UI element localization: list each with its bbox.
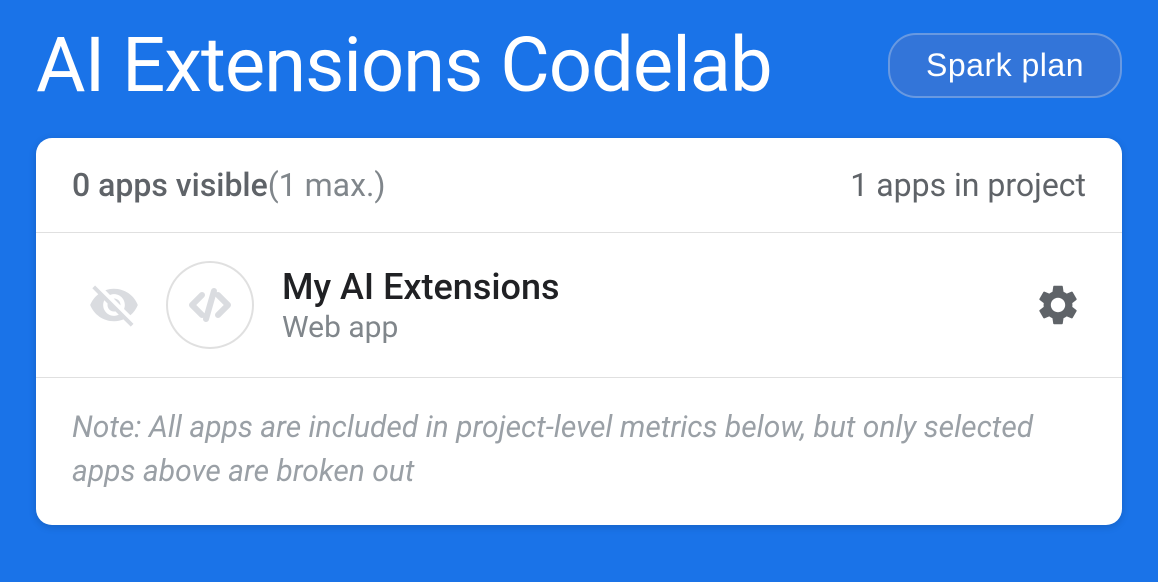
- project-title: AI Extensions Codelab: [36, 20, 772, 110]
- page-header: AI Extensions Codelab Spark plan: [0, 0, 1158, 138]
- apps-card: 0 apps visible(1 max.) 1 apps in project…: [36, 138, 1122, 525]
- metrics-note: Note: All apps are included in project-l…: [36, 378, 1122, 525]
- plan-badge-button[interactable]: Spark plan: [888, 33, 1122, 98]
- apps-visible-label: 0 apps visible(1 max.): [72, 166, 386, 204]
- apps-visible-max: (1 max.): [268, 166, 386, 204]
- app-type: Web app: [282, 310, 1030, 345]
- app-row: My AI Extensions Web app: [36, 233, 1122, 378]
- app-info: My AI Extensions Web app: [282, 266, 1030, 345]
- app-name: My AI Extensions: [282, 266, 1030, 308]
- web-platform-icon: [166, 261, 254, 349]
- apps-visible-count: 0 apps visible: [72, 166, 268, 204]
- apps-in-project-label: 1 apps in project: [850, 166, 1086, 204]
- visibility-off-icon[interactable]: [86, 277, 142, 333]
- gear-icon[interactable]: [1030, 277, 1086, 333]
- card-header: 0 apps visible(1 max.) 1 apps in project: [36, 138, 1122, 233]
